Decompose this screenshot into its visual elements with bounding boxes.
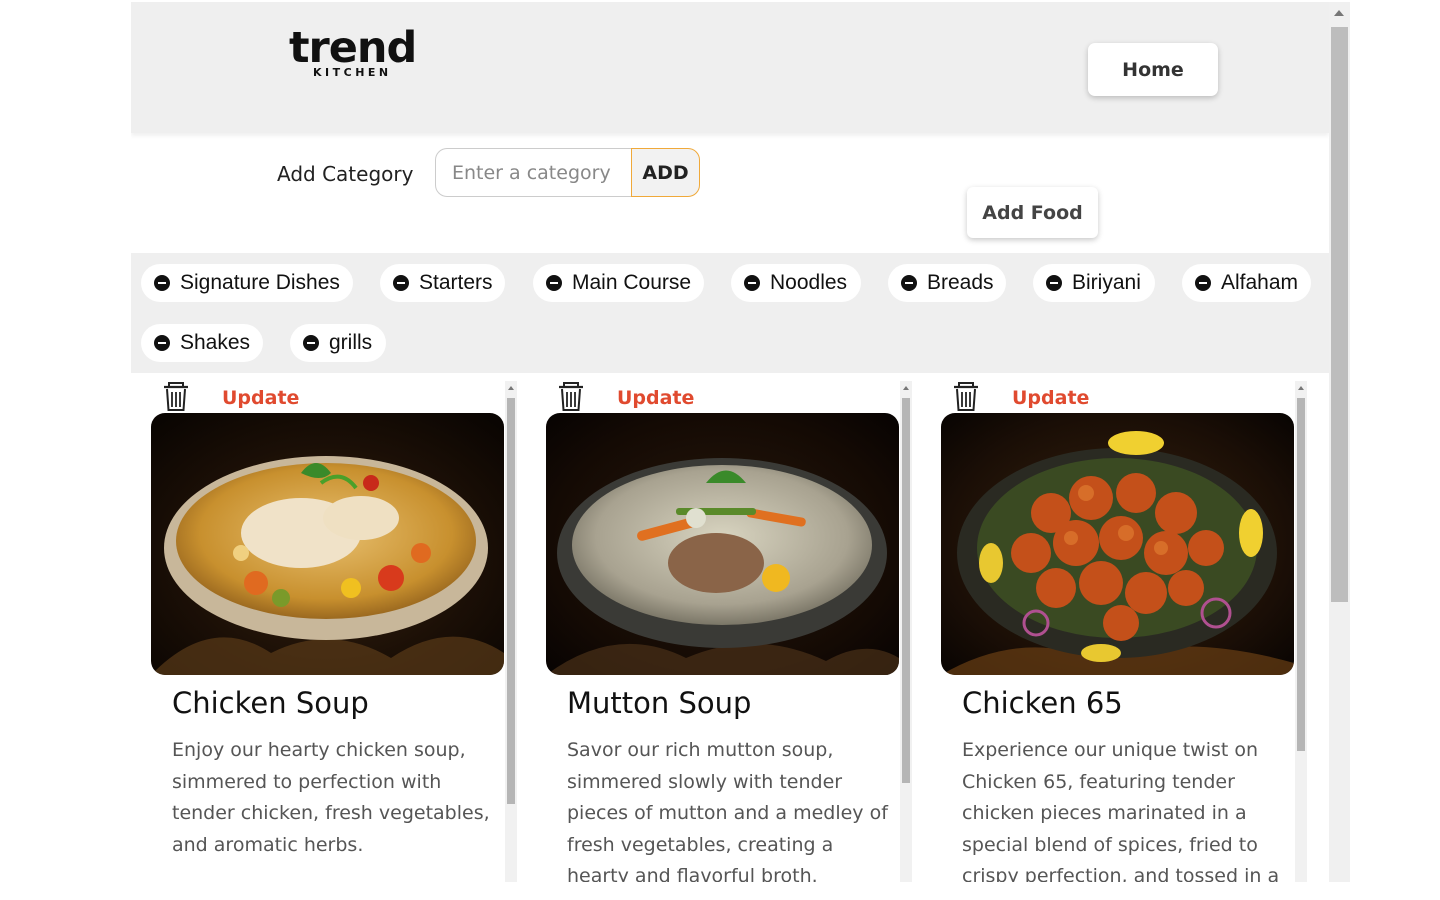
category-chip-label: Noodles xyxy=(770,271,848,294)
chicken-65-photo xyxy=(941,413,1294,675)
card-title: Chicken 65 xyxy=(962,686,1123,720)
page-scrollbar[interactable] xyxy=(1329,2,1350,882)
header: trend KITCHEN Home xyxy=(131,2,1329,133)
food-card: Update xyxy=(544,381,919,882)
add-food-button[interactable]: Add Food xyxy=(967,187,1098,238)
home-button[interactable]: Home xyxy=(1088,43,1218,96)
category-chip[interactable]: Breads xyxy=(888,264,1006,302)
category-chip-label: Biriyani xyxy=(1072,271,1141,294)
add-category-button[interactable]: ADD xyxy=(631,148,700,197)
browser-viewport: trend KITCHEN Home Add Category ADD Add … xyxy=(131,2,1350,882)
update-link[interactable]: Update xyxy=(1012,387,1089,409)
page-scrollbar-thumb[interactable] xyxy=(1331,27,1348,602)
category-chip[interactable]: Biriyani xyxy=(1033,264,1155,302)
remove-category-icon[interactable] xyxy=(393,275,409,291)
card-description: Savor our rich mutton soup, simmered slo… xyxy=(567,739,888,882)
category-chip[interactable]: Starters xyxy=(380,264,505,302)
scroll-up-icon[interactable] xyxy=(903,386,909,390)
remove-category-icon[interactable] xyxy=(154,335,170,351)
category-chip-label: grills xyxy=(329,331,373,354)
card-title: Chicken Soup xyxy=(172,686,369,720)
mutton-soup-photo xyxy=(546,413,899,675)
chicken-soup-photo xyxy=(151,413,504,675)
food-card: Update xyxy=(149,381,524,882)
brand-logo[interactable]: trend KITCHEN xyxy=(289,23,421,88)
category-chip[interactable]: grills xyxy=(290,324,386,362)
card-title: Mutton Soup xyxy=(567,686,752,720)
remove-category-icon[interactable] xyxy=(1195,275,1211,291)
remove-category-icon[interactable] xyxy=(303,335,319,351)
category-input[interactable] xyxy=(435,148,632,197)
card-scrollbar[interactable] xyxy=(900,381,912,882)
scroll-up-icon[interactable] xyxy=(1334,10,1344,16)
add-category-label: Add Category xyxy=(277,162,414,186)
logo-main-text: trend xyxy=(289,23,417,73)
update-link[interactable]: Update xyxy=(222,387,299,409)
category-chip-label: Main Course xyxy=(572,271,692,294)
card-scrollbar[interactable] xyxy=(505,381,517,882)
category-chip[interactable]: Noodles xyxy=(731,264,861,302)
remove-category-icon[interactable] xyxy=(546,275,562,291)
category-chip-label: Starters xyxy=(419,271,493,294)
category-chips: Signature Dishes Starters Main Course No… xyxy=(131,253,1329,373)
category-chip[interactable]: Shakes xyxy=(141,324,263,362)
remove-category-icon[interactable] xyxy=(154,275,170,291)
food-card: Update xyxy=(939,381,1314,882)
scroll-up-icon[interactable] xyxy=(1298,386,1304,390)
category-chip[interactable]: Signature Dishes xyxy=(141,264,353,302)
page: trend KITCHEN Home Add Category ADD Add … xyxy=(131,2,1329,882)
trash-icon[interactable] xyxy=(556,381,586,413)
scroll-up-icon[interactable] xyxy=(508,386,514,390)
remove-category-icon[interactable] xyxy=(744,275,760,291)
remove-category-icon[interactable] xyxy=(901,275,917,291)
category-chip[interactable]: Main Course xyxy=(533,264,704,302)
category-chip-label: Signature Dishes xyxy=(180,271,340,294)
update-link[interactable]: Update xyxy=(617,387,694,409)
category-chip[interactable]: Alfaham xyxy=(1182,264,1311,302)
trash-icon[interactable] xyxy=(161,381,191,413)
trash-icon[interactable] xyxy=(951,381,981,413)
category-chip-label: Breads xyxy=(927,271,994,294)
card-scrollbar[interactable] xyxy=(1295,381,1307,882)
card-scrollbar-thumb[interactable] xyxy=(507,398,515,804)
remove-category-icon[interactable] xyxy=(1046,275,1062,291)
logo-sub-text: KITCHEN xyxy=(313,66,392,79)
card-scrollbar-thumb[interactable] xyxy=(1297,398,1305,751)
card-scrollbar-thumb[interactable] xyxy=(902,398,910,783)
category-chip-label: Shakes xyxy=(180,331,251,354)
category-chip-label: Alfaham xyxy=(1221,271,1299,294)
card-description: Experience our unique twist on Chicken 6… xyxy=(962,739,1280,882)
card-description: Enjoy our hearty chicken soup, simmered … xyxy=(172,739,490,856)
